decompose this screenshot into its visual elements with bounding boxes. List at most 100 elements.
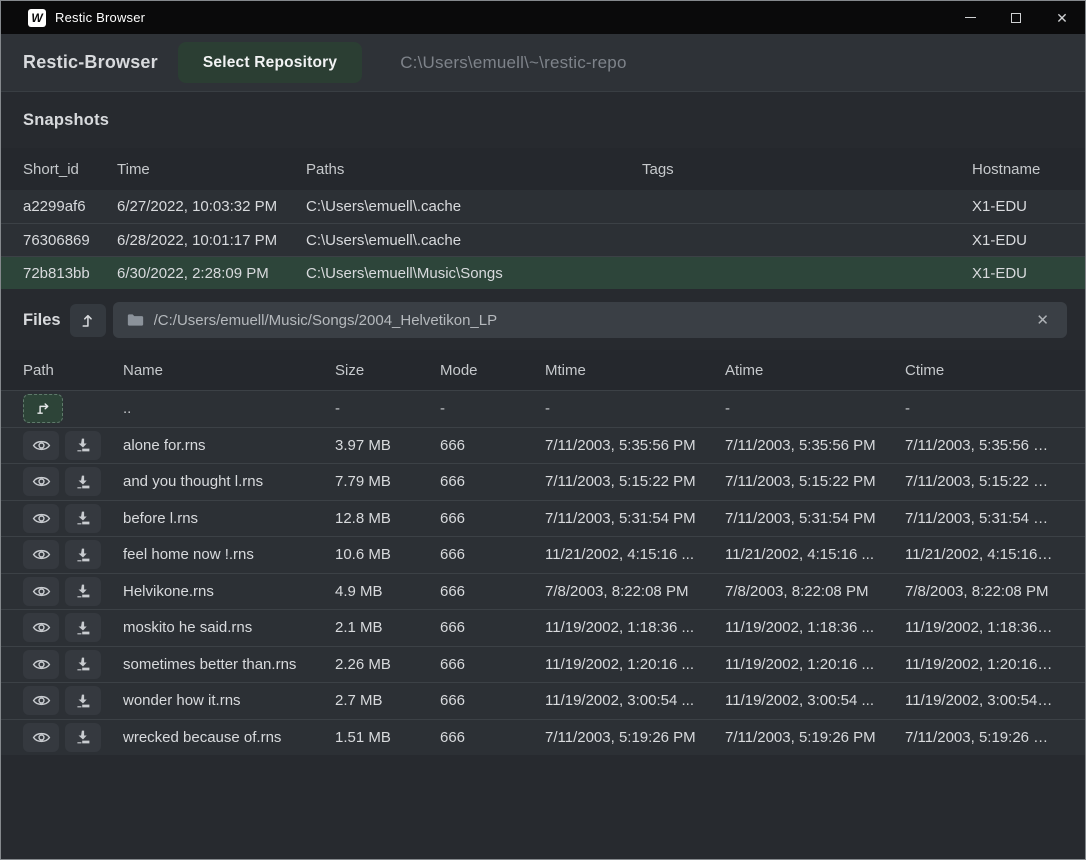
file-atime: 7/11/2003, 5:31:54 PM bbox=[725, 510, 905, 527]
file-size: 2.7 MB bbox=[335, 692, 440, 709]
file-size: 2.1 MB bbox=[335, 619, 440, 636]
select-repository-button[interactable]: Select Repository bbox=[178, 42, 362, 83]
download-file-button[interactable] bbox=[65, 431, 101, 460]
current-path-bar[interactable]: /C:/Users/emuell/Music/Songs/2004_Helvet… bbox=[113, 302, 1067, 338]
eye-icon bbox=[32, 584, 51, 599]
snapshot-paths: C:\Users\emuell\Music\Songs bbox=[306, 265, 642, 282]
maximize-button[interactable] bbox=[993, 1, 1039, 34]
file-size: 1.51 MB bbox=[335, 729, 440, 746]
column-ctime: Ctime bbox=[905, 362, 1063, 379]
file-name: feel home now !.rns bbox=[123, 546, 335, 563]
file-mode: 666 bbox=[440, 583, 545, 600]
file-row: moskito he said.rns 2.1 MB 666 11/19/200… bbox=[1, 609, 1085, 646]
go-up-button[interactable] bbox=[23, 394, 63, 423]
minimize-button[interactable] bbox=[947, 1, 993, 34]
file-atime: 7/11/2003, 5:35:56 PM bbox=[725, 437, 905, 454]
file-row: wrecked because of.rns 1.51 MB 666 7/11/… bbox=[1, 719, 1085, 756]
preview-file-button[interactable] bbox=[23, 723, 59, 752]
column-mode: Mode bbox=[440, 362, 545, 379]
file-size: 3.97 MB bbox=[335, 437, 440, 454]
files-bar: Files /C:/Users/emuell/Music/Songs/2004_… bbox=[23, 301, 1067, 339]
snapshot-short-id: 72b813bb bbox=[23, 265, 117, 282]
file-size: 4.9 MB bbox=[335, 583, 440, 600]
download-icon bbox=[75, 510, 91, 526]
window-title: Restic Browser bbox=[55, 10, 145, 25]
file-name: wonder how it.rns bbox=[123, 692, 335, 709]
file-ctime: 11/21/2002, 4:15:16 ... bbox=[905, 546, 1063, 563]
preview-file-button[interactable] bbox=[23, 577, 59, 606]
eye-icon bbox=[32, 438, 51, 453]
file-mtime: 11/19/2002, 3:00:54 ... bbox=[545, 692, 725, 709]
download-file-button[interactable] bbox=[65, 540, 101, 569]
app-window: W Restic Browser ✕ Restic-Browser Select… bbox=[0, 0, 1086, 860]
file-name: Helvikone.rns bbox=[123, 583, 335, 600]
file-mode: 666 bbox=[440, 546, 545, 563]
file-name: wrecked because of.rns bbox=[123, 729, 335, 746]
column-paths: Paths bbox=[306, 161, 642, 178]
preview-file-button[interactable] bbox=[23, 467, 59, 496]
file-mtime: 11/19/2002, 1:20:16 ... bbox=[545, 656, 725, 673]
download-file-button[interactable] bbox=[65, 577, 101, 606]
file-mode: 666 bbox=[440, 656, 545, 673]
minimize-icon bbox=[965, 17, 976, 18]
snapshot-row[interactable]: a2299af6 6/27/2022, 10:03:32 PM C:\Users… bbox=[1, 190, 1085, 223]
snapshot-row[interactable]: 76306869 6/28/2022, 10:01:17 PM C:\Users… bbox=[1, 223, 1085, 256]
snapshots-table-header: Short_id Time Paths Tags Hostname bbox=[1, 148, 1085, 190]
file-row: and you thought l.rns 7.79 MB 666 7/11/2… bbox=[1, 463, 1085, 500]
download-icon bbox=[75, 583, 91, 599]
download-file-button[interactable] bbox=[65, 613, 101, 642]
close-button[interactable]: ✕ bbox=[1039, 1, 1085, 34]
close-icon: ✕ bbox=[1056, 11, 1068, 25]
eye-icon bbox=[32, 511, 51, 526]
file-atime: 7/11/2003, 5:19:26 PM bbox=[725, 729, 905, 746]
file-atime: 7/8/2003, 8:22:08 PM bbox=[725, 583, 905, 600]
file-mtime: 7/11/2003, 5:15:22 PM bbox=[545, 473, 725, 490]
file-mode: 666 bbox=[440, 619, 545, 636]
file-ctime: 11/19/2002, 3:00:54 ... bbox=[905, 692, 1063, 709]
preview-file-button[interactable] bbox=[23, 613, 59, 642]
download-file-button[interactable] bbox=[65, 723, 101, 752]
file-ctime: 7/8/2003, 8:22:08 PM bbox=[905, 583, 1063, 600]
go-to-root-button[interactable] bbox=[70, 304, 106, 337]
file-name: before l.rns bbox=[123, 510, 335, 527]
snapshots-table-body: a2299af6 6/27/2022, 10:03:32 PM C:\Users… bbox=[1, 190, 1085, 289]
file-mode: 666 bbox=[440, 437, 545, 454]
column-time: Time bbox=[117, 161, 306, 178]
preview-file-button[interactable] bbox=[23, 431, 59, 460]
file-atime: 11/19/2002, 3:00:54 ... bbox=[725, 692, 905, 709]
preview-file-button[interactable] bbox=[23, 650, 59, 679]
clear-path-icon[interactable]: ✕ bbox=[1032, 309, 1053, 331]
download-file-button[interactable] bbox=[65, 686, 101, 715]
snapshot-paths: C:\Users\emuell\.cache bbox=[306, 198, 642, 215]
file-mode: 666 bbox=[440, 473, 545, 490]
file-row: Helvikone.rns 4.9 MB 666 7/8/2003, 8:22:… bbox=[1, 573, 1085, 610]
snapshot-row[interactable]: 72b813bb 6/30/2022, 2:28:09 PM C:\Users\… bbox=[1, 256, 1085, 289]
parent-dir-atime: - bbox=[725, 400, 905, 417]
files-table-body: alone for.rns 3.97 MB 666 7/11/2003, 5:3… bbox=[1, 427, 1085, 756]
titlebar: W Restic Browser ✕ bbox=[1, 1, 1085, 34]
preview-file-button[interactable] bbox=[23, 686, 59, 715]
eye-icon bbox=[32, 547, 51, 562]
folder-icon bbox=[127, 313, 144, 327]
download-icon bbox=[75, 437, 91, 453]
preview-file-button[interactable] bbox=[23, 504, 59, 533]
download-file-button[interactable] bbox=[65, 467, 101, 496]
maximize-icon bbox=[1011, 13, 1021, 23]
preview-file-button[interactable] bbox=[23, 540, 59, 569]
file-ctime: 7/11/2003, 5:19:26 PM bbox=[905, 729, 1063, 746]
snapshot-time: 6/27/2022, 10:03:32 PM bbox=[117, 198, 306, 215]
app-logo-icon: W bbox=[28, 9, 46, 27]
file-name: and you thought l.rns bbox=[123, 473, 335, 490]
level-up-icon bbox=[79, 312, 96, 329]
column-name: Name bbox=[123, 362, 335, 379]
file-ctime: 7/11/2003, 5:35:56 PM bbox=[905, 437, 1063, 454]
column-hostname: Hostname bbox=[972, 161, 1063, 178]
file-row: feel home now !.rns 10.6 MB 666 11/21/20… bbox=[1, 536, 1085, 573]
snapshot-hostname: X1-EDU bbox=[972, 265, 1063, 282]
snapshots-heading: Snapshots bbox=[1, 92, 1085, 148]
download-file-button[interactable] bbox=[65, 504, 101, 533]
files-heading: Files bbox=[23, 311, 61, 330]
file-name: alone for.rns bbox=[123, 437, 335, 454]
file-mode: 666 bbox=[440, 729, 545, 746]
download-file-button[interactable] bbox=[65, 650, 101, 679]
